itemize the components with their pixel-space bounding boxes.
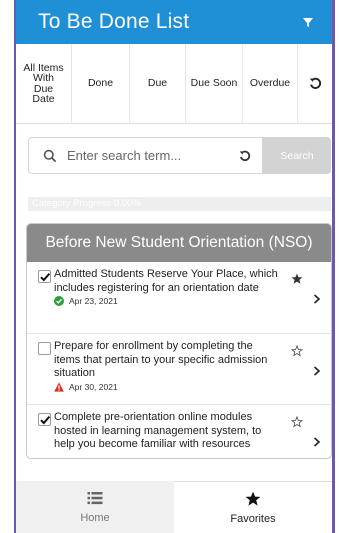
check-circle-icon: [54, 296, 64, 306]
star-filled-icon[interactable]: [291, 273, 303, 285]
reset-filters-button[interactable]: [298, 44, 332, 123]
filter-icon[interactable]: [300, 14, 316, 30]
search-field: [28, 137, 263, 174]
chevron-right-icon[interactable]: [313, 366, 321, 376]
tab-due-label: Due: [147, 77, 168, 90]
search-button[interactable]: Search: [263, 137, 331, 174]
tab-home-label: Home: [80, 512, 110, 524]
bottom-tab-bar: Home Favorites: [16, 481, 332, 533]
checkmark-icon: [40, 415, 51, 425]
tab-all-items-with-due-date[interactable]: All Items With Due Date: [16, 44, 72, 123]
category-title: Before New Student Orientation (NSO): [45, 234, 313, 251]
tab-done[interactable]: Done: [72, 44, 130, 123]
search-button-label: Search: [280, 149, 314, 162]
tab-all-label: All Items With Due Date: [23, 61, 64, 105]
item-checkbox[interactable]: [38, 270, 51, 283]
due-date-line: Apr 23, 2021: [54, 296, 281, 306]
tab-due-soon[interactable]: Due Soon: [186, 44, 243, 123]
category-header[interactable]: Before New Student Orientation (NSO): [27, 224, 331, 262]
tab-favorites[interactable]: Favorites: [174, 481, 332, 533]
tab-overdue[interactable]: Overdue: [243, 44, 298, 123]
tab-overdue-label: Overdue: [249, 77, 291, 90]
due-date: Apr 30, 2021: [69, 381, 118, 392]
checkmark-icon: [40, 272, 51, 282]
clear-search-icon[interactable]: [239, 150, 251, 162]
tab-done-label: Done: [87, 77, 114, 90]
content-bottom-spacer: [16, 459, 332, 481]
star-icon: [245, 491, 261, 506]
item-checkbox[interactable]: [38, 342, 51, 355]
tab-due[interactable]: Due: [130, 44, 186, 123]
warning-icon: [54, 381, 64, 392]
due-date-line: Apr 30, 2021: [54, 382, 281, 392]
chevron-right-icon[interactable]: [313, 437, 321, 447]
category-panel: Before New Student Orientation (NSO) Adm…: [26, 223, 332, 459]
frame-border-right: [332, 0, 335, 533]
category-progress-bar: Category Progress 0.00%: [28, 197, 331, 211]
filter-tabs: All Items With Due Date Done Due Due Soo…: [16, 44, 332, 124]
item-text: Complete pre-orientation online modules …: [54, 411, 262, 450]
search-bar: Search: [28, 137, 331, 174]
item-checkbox[interactable]: [38, 413, 51, 426]
page-title: To Be Done List: [38, 10, 190, 33]
list-icon: [87, 492, 103, 505]
star-outline-icon[interactable]: [291, 345, 303, 357]
app-header: To Be Done List: [16, 0, 332, 44]
tab-due-soon-label: Due Soon: [190, 77, 238, 90]
reset-icon: [309, 77, 321, 89]
search-icon: [43, 149, 57, 162]
chevron-right-icon[interactable]: [313, 294, 321, 304]
todo-item[interactable]: Admitted Students Reserve Your Place, wh…: [27, 262, 331, 334]
todo-item[interactable]: Prepare for enrollment by completing the…: [27, 334, 331, 405]
due-date: Apr 23, 2021: [69, 296, 118, 306]
item-text: Admitted Students Reserve Your Place, wh…: [54, 268, 278, 294]
search-input[interactable]: [67, 148, 237, 163]
star-outline-icon[interactable]: [291, 416, 303, 428]
item-text: Prepare for enrollment by completing the…: [54, 340, 268, 379]
category-progress-label: Category Progress 0.00%: [32, 198, 141, 209]
todo-item[interactable]: Complete pre-orientation online modules …: [27, 405, 331, 458]
tab-favorites-label: Favorites: [230, 512, 276, 525]
tab-home[interactable]: Home: [16, 481, 174, 533]
